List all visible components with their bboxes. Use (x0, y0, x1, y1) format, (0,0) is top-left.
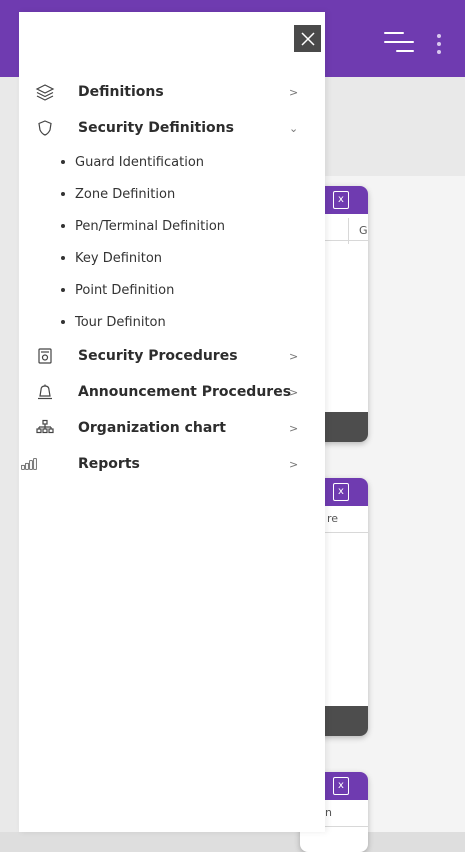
navigation-drawer: Definitions > Security Definitions ⌄ Gua… (19, 12, 325, 832)
nav-menu: Definitions > Security Definitions ⌄ Gua… (19, 74, 325, 482)
nav-subitem-guard-identification[interactable]: Guard Identification (19, 146, 325, 178)
hamburger-menu-icon[interactable] (384, 32, 416, 54)
column-header-text: n (325, 806, 332, 819)
nav-subitem-point-definition[interactable]: Point Definition (19, 274, 325, 306)
nav-subitem-label: Guard Identification (75, 154, 205, 170)
bullet-icon (61, 192, 65, 196)
chevron-right-icon: > (289, 457, 299, 471)
bullet-icon (61, 288, 65, 292)
nav-subitem-label: Zone Definition (75, 186, 176, 202)
nav-subitem-label: Pen/Terminal Definition (75, 218, 226, 234)
nav-item-definitions[interactable]: Definitions > (19, 74, 325, 110)
chevron-down-icon: ⌄ (289, 121, 299, 135)
nav-item-label: Announcement Procedures (78, 384, 292, 400)
nav-item-label: Reports (78, 456, 140, 472)
more-options-icon[interactable] (436, 34, 442, 56)
nav-item-label: Security Procedures (78, 348, 238, 364)
nav-subitem-label: Key Definiton (75, 250, 163, 266)
nav-subitem-label: Tour Definiton (75, 314, 166, 330)
close-icon (300, 31, 315, 46)
nav-item-label: Security Definitions (78, 120, 234, 136)
document-icon (35, 346, 55, 366)
nav-subitem-tour-definition[interactable]: Tour Definiton (19, 306, 325, 338)
nav-subitem-label: Point Definition (75, 282, 175, 298)
close-button[interactable] (294, 25, 321, 52)
nav-subitem-key-definition[interactable]: Key Definiton (19, 242, 325, 274)
org-chart-icon (35, 418, 55, 438)
excel-export-icon[interactable]: x (333, 483, 349, 501)
column-header-text: re (327, 512, 339, 525)
excel-export-icon[interactable]: x (333, 777, 349, 795)
shield-icon (35, 118, 55, 138)
chevron-right-icon: > (289, 349, 299, 363)
bell-icon (35, 382, 55, 402)
nav-item-label: Organization chart (78, 420, 226, 436)
bullet-icon (61, 160, 65, 164)
column-header-g: G (348, 218, 378, 244)
layers-icon (35, 82, 55, 102)
bullet-icon (61, 224, 65, 228)
nav-item-announcement-procedures[interactable]: Announcement Procedures > (19, 374, 325, 410)
excel-export-icon[interactable]: x (333, 191, 349, 209)
nav-subitem-zone-definition[interactable]: Zone Definition (19, 178, 325, 210)
nav-item-organization-chart[interactable]: Organization chart > (19, 410, 325, 446)
chevron-right-icon: > (289, 421, 299, 435)
nav-item-reports[interactable]: Reports > (19, 446, 325, 482)
bullet-icon (61, 320, 65, 324)
nav-item-security-procedures[interactable]: Security Procedures > (19, 338, 325, 374)
nav-item-label: Definitions (78, 84, 164, 100)
chevron-right-icon: > (289, 85, 299, 99)
nav-item-security-definitions[interactable]: Security Definitions ⌄ (19, 110, 325, 146)
bullet-icon (61, 256, 65, 260)
chevron-right-icon: > (289, 385, 299, 399)
bar-chart-icon (21, 454, 41, 474)
nav-subitem-pen-terminal-definition[interactable]: Pen/Terminal Definition (19, 210, 325, 242)
